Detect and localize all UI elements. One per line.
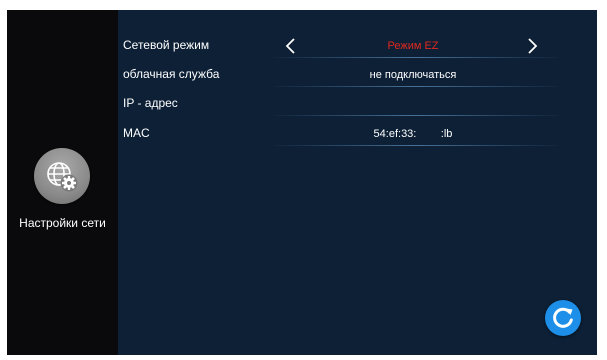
- row-divider: [273, 145, 559, 146]
- cloud-service-label: облачная служба: [123, 67, 220, 81]
- sidebar-label: Настройки сети: [19, 216, 106, 230]
- globe-gear-icon: [47, 162, 78, 192]
- next-mode-button[interactable]: [522, 34, 542, 58]
- row-mac: MAC 54:ef:33: :lb: [118, 122, 597, 146]
- ip-address-label: IP - адрес: [123, 96, 178, 110]
- row-ip-address: IP - адрес: [118, 92, 597, 116]
- sidebar: Настройки сети: [7, 10, 118, 355]
- refresh-button[interactable]: [545, 300, 581, 336]
- chevron-right-icon: [528, 38, 538, 54]
- row-cloud-service[interactable]: облачная служба не подключаться: [118, 63, 597, 87]
- refresh-icon: [553, 307, 573, 328]
- row-divider: [273, 57, 559, 58]
- network-mode-value: Режим EZ: [387, 40, 439, 52]
- row-divider: [273, 115, 559, 116]
- row-network-mode: Сетевой режим Режим EZ: [118, 34, 597, 58]
- network-mode-label: Сетевой режим: [123, 38, 210, 52]
- cloud-service-value: не подключаться: [369, 69, 457, 81]
- mac-label: MAC: [123, 126, 150, 140]
- network-settings-icon[interactable]: [34, 148, 90, 204]
- settings-panel: Сетевой режим Режим EZ облачная служба н…: [118, 10, 597, 355]
- row-divider: [273, 86, 559, 87]
- mac-value: 54:ef:33: :lb: [373, 128, 453, 140]
- screen: Настройки сети Сетевой режим Режим EZ об…: [7, 10, 597, 355]
